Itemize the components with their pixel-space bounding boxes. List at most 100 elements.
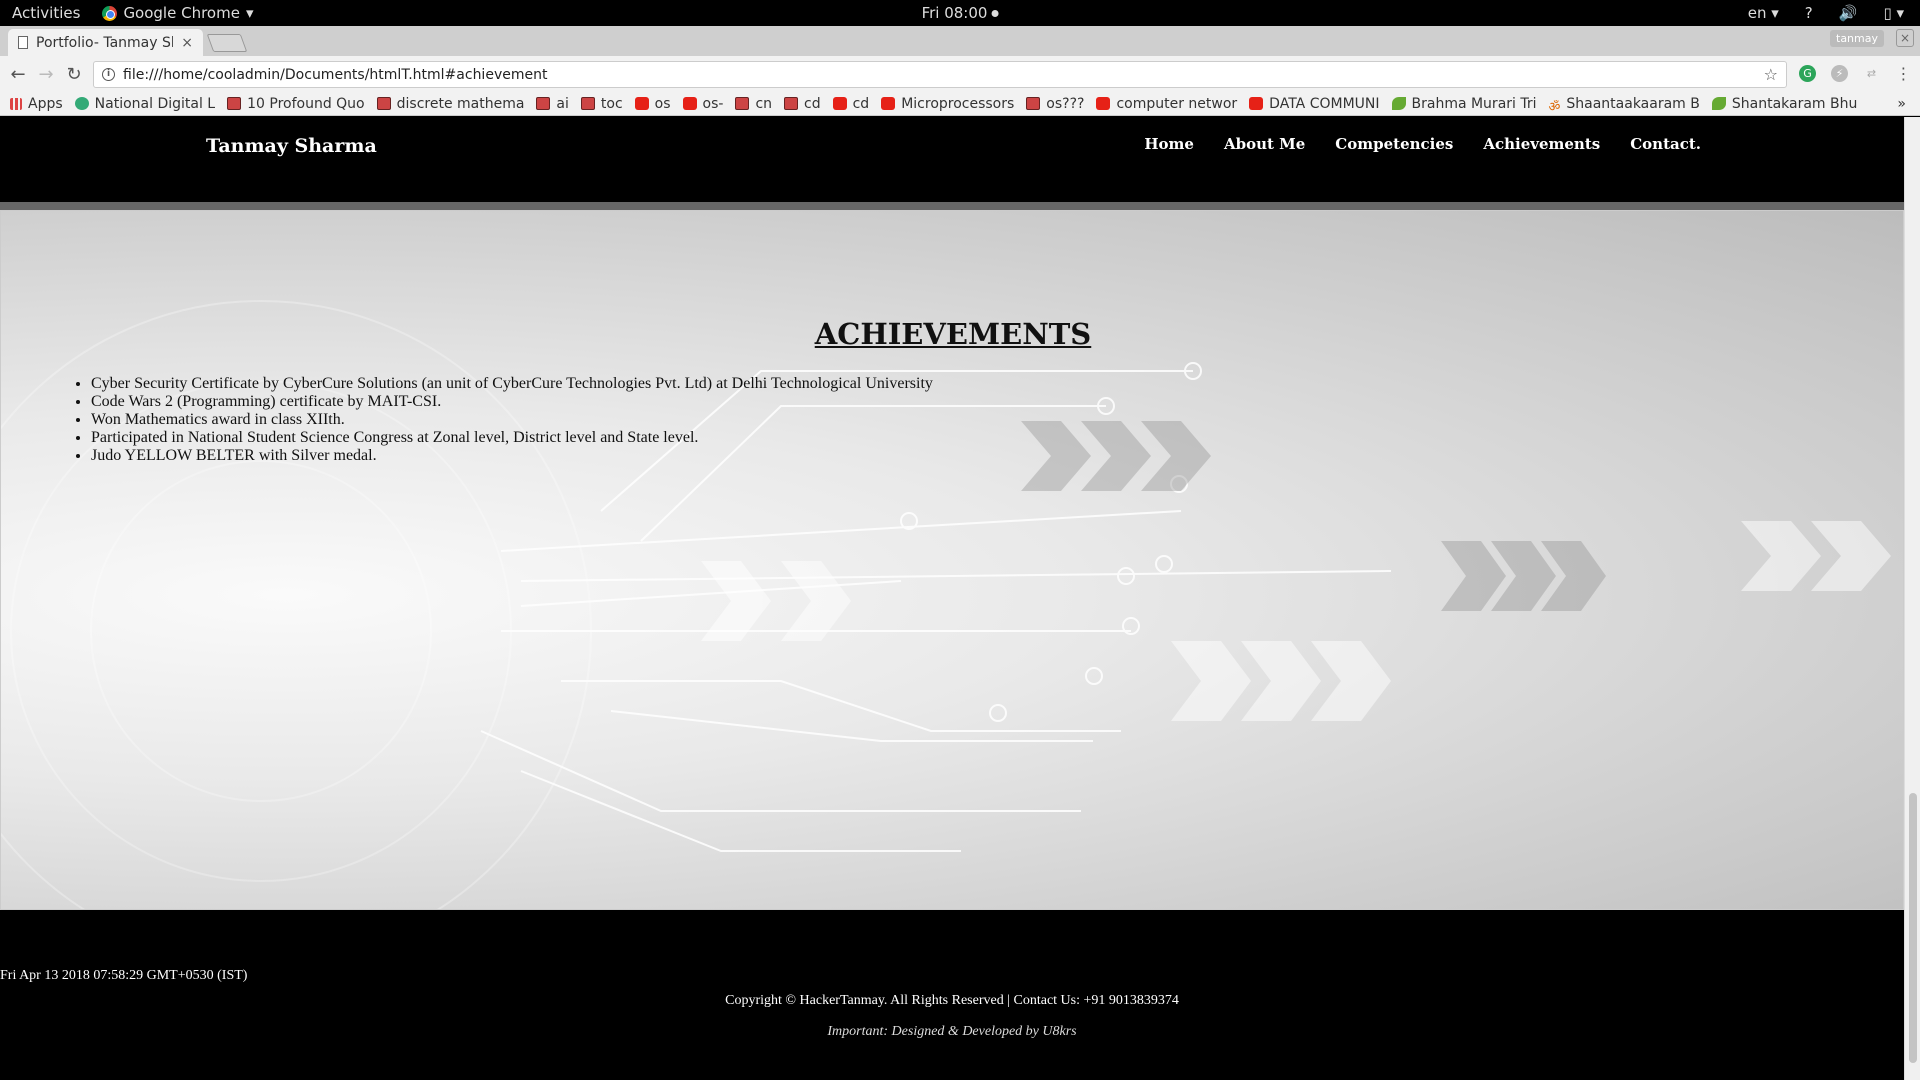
page-scrollbar[interactable] xyxy=(1904,117,1920,1080)
grammarly-icon[interactable]: G xyxy=(1799,65,1816,82)
profile-button[interactable]: tanmay xyxy=(1830,30,1884,47)
footer-date: Fri Apr 13 2018 07:58:29 GMT+0530 (IST) xyxy=(0,968,248,983)
om-icon: ॐ xyxy=(1548,100,1561,115)
tab-close-icon[interactable]: × xyxy=(181,35,193,51)
app-menu[interactable]: Google Chrome ▾ xyxy=(92,4,253,22)
bookmark-label: Shaantaakaaram B xyxy=(1566,95,1700,112)
bookmark-item[interactable]: cd xyxy=(784,96,821,112)
tab-strip: Portfolio- Tanmay Sharma × tanmay × xyxy=(0,26,1920,56)
site-navbar: Tanmay Sharma Home About Me Competencies… xyxy=(0,117,1904,210)
site-nav-links: Home About Me Competencies Achievements … xyxy=(1144,135,1701,153)
bookmark-item[interactable]: os xyxy=(634,95,671,112)
bookmark-label: ai xyxy=(556,95,569,112)
bookmark-item[interactable]: os- xyxy=(682,95,724,112)
bookmark-item[interactable]: National Digital L xyxy=(74,96,215,112)
achievements-title: ACHIEVEMENTS xyxy=(814,317,1092,351)
url-text: file:///home/cooladmin/Documents/htmlT.h… xyxy=(123,66,548,83)
circuit-background-image xyxy=(1,300,1891,909)
chrome-icon xyxy=(102,5,118,21)
site-brand[interactable]: Tanmay Sharma xyxy=(206,135,377,157)
chevron-down-icon: ▾ xyxy=(245,4,254,22)
app-name: Google Chrome xyxy=(123,4,240,22)
bookmark-item[interactable]: Microprocessors xyxy=(881,96,1014,112)
leaf-icon xyxy=(1391,97,1406,110)
bookmark-item[interactable]: toc xyxy=(580,95,623,112)
battery-icon[interactable]: ▯ ▾ xyxy=(1883,4,1904,22)
bookmark-label: os xyxy=(654,95,671,112)
activities-button[interactable]: Activities xyxy=(0,4,92,22)
bookmark-label: toc xyxy=(600,95,623,112)
bookmark-label: Brahma Murari Tri xyxy=(1411,95,1537,112)
bookmark-item[interactable]: DATA COMMUNI xyxy=(1249,95,1380,112)
clock[interactable]: Fri 08:00 xyxy=(922,4,999,22)
youtube-icon xyxy=(1249,97,1264,110)
bookmark-item[interactable]: ai xyxy=(536,95,569,112)
window-close-icon[interactable]: × xyxy=(1896,29,1914,47)
bookmark-label: Shantakaram Bhu xyxy=(1731,95,1858,112)
nav-contact[interactable]: Contact. xyxy=(1630,135,1701,153)
apps-icon xyxy=(10,97,22,110)
book-icon xyxy=(536,97,551,110)
book-icon xyxy=(735,97,750,110)
browser-tab[interactable]: Portfolio- Tanmay Sharma × xyxy=(8,29,203,56)
nav-about[interactable]: About Me xyxy=(1224,135,1305,153)
scrollbar-thumb[interactable] xyxy=(1909,793,1917,1063)
youtube-icon xyxy=(682,97,697,110)
bookmark-label: os??? xyxy=(1046,95,1085,112)
sync-icon[interactable]: ⇄ xyxy=(1863,65,1880,82)
gov-icon xyxy=(74,97,89,110)
bookmark-item[interactable]: cn xyxy=(735,96,772,112)
list-item: Won Mathematics award in class XIIth. xyxy=(91,411,933,429)
address-bar[interactable]: i file:///home/cooladmin/Documents/htmlT… xyxy=(93,61,1787,88)
bookmark-label: cd xyxy=(852,95,870,112)
system-top-bar: Activities Google Chrome ▾ Fri 08:00 en … xyxy=(0,0,1920,26)
achievements-section: ACHIEVEMENTS Cyber Security Certificate … xyxy=(0,210,1904,910)
page-icon xyxy=(18,36,28,49)
bookmark-item[interactable]: Brahma Murari Tri xyxy=(1391,95,1537,112)
footer-copyright: Copyright © HackerTanmay. All Rights Res… xyxy=(725,993,1179,1008)
notification-dot-icon xyxy=(991,9,999,17)
site-footer: Fri Apr 13 2018 07:58:29 GMT+0530 (IST) … xyxy=(0,910,1904,1080)
bookmark-item[interactable]: Shantakaram Bhu xyxy=(1711,95,1858,112)
bookmark-label: 10 Profound Quo xyxy=(247,95,365,112)
back-arrow-icon[interactable]: ← xyxy=(4,64,32,85)
bookmark-item[interactable]: discrete mathema xyxy=(376,96,524,112)
footer-credit: Important: Designed & Developed by U8krs xyxy=(827,1024,1077,1039)
tab-title: Portfolio- Tanmay Sharma xyxy=(36,34,173,51)
nav-achievements[interactable]: Achievements xyxy=(1483,135,1600,153)
menu-kebab-icon[interactable]: ⋮ xyxy=(1895,65,1912,82)
bookmark-label: os- xyxy=(702,95,724,112)
bookmark-item[interactable]: cd xyxy=(832,95,870,112)
list-item: Judo YELLOW BELTER with Silver medal. xyxy=(91,447,933,465)
bookmark-star-icon[interactable]: ☆ xyxy=(1764,65,1778,84)
bookmark-label: Microprocessors xyxy=(901,95,1015,112)
forward-arrow-icon[interactable]: → xyxy=(32,64,60,85)
info-icon[interactable]: i xyxy=(102,68,115,81)
page-viewport: Tanmay Sharma Home About Me Competencies… xyxy=(0,117,1904,1080)
new-tab-button[interactable] xyxy=(206,34,248,52)
youtube-icon xyxy=(832,97,847,110)
list-item: Cyber Security Certificate by CyberCure … xyxy=(91,375,933,393)
book-icon xyxy=(227,97,242,110)
reload-icon[interactable]: ↻ xyxy=(60,64,88,85)
language-selector[interactable]: en ▾ xyxy=(1748,4,1779,22)
bookmark-item[interactable]: Apps xyxy=(10,96,63,112)
list-item: Participated in National Student Science… xyxy=(91,429,933,447)
volume-icon[interactable]: 🔊 xyxy=(1839,4,1858,22)
nav-competencies[interactable]: Competencies xyxy=(1335,135,1453,153)
bookmark-item[interactable]: computer networ xyxy=(1096,96,1237,112)
bookmark-label: DATA COMMUNI xyxy=(1269,95,1380,112)
youtube-icon xyxy=(881,97,896,110)
language-label: en xyxy=(1747,4,1767,22)
bookmarks-bar: Apps National Digital L 10 Profound Quo dis… xyxy=(0,92,1920,116)
help-icon[interactable]: ? xyxy=(1805,4,1813,22)
extension-icon[interactable]: ⚡ xyxy=(1831,65,1848,82)
bookmark-item[interactable]: 10 Profound Quo xyxy=(227,96,365,112)
bookmark-label: cd xyxy=(804,95,821,112)
bookmark-item[interactable]: os??? xyxy=(1026,96,1084,112)
book-icon xyxy=(1026,97,1041,110)
leaf-icon xyxy=(1711,97,1726,110)
nav-home[interactable]: Home xyxy=(1144,135,1194,153)
bookmarks-overflow-button[interactable]: » xyxy=(1897,96,1906,112)
bookmark-item[interactable]: ॐ Shaantaakaaram B xyxy=(1548,95,1700,116)
